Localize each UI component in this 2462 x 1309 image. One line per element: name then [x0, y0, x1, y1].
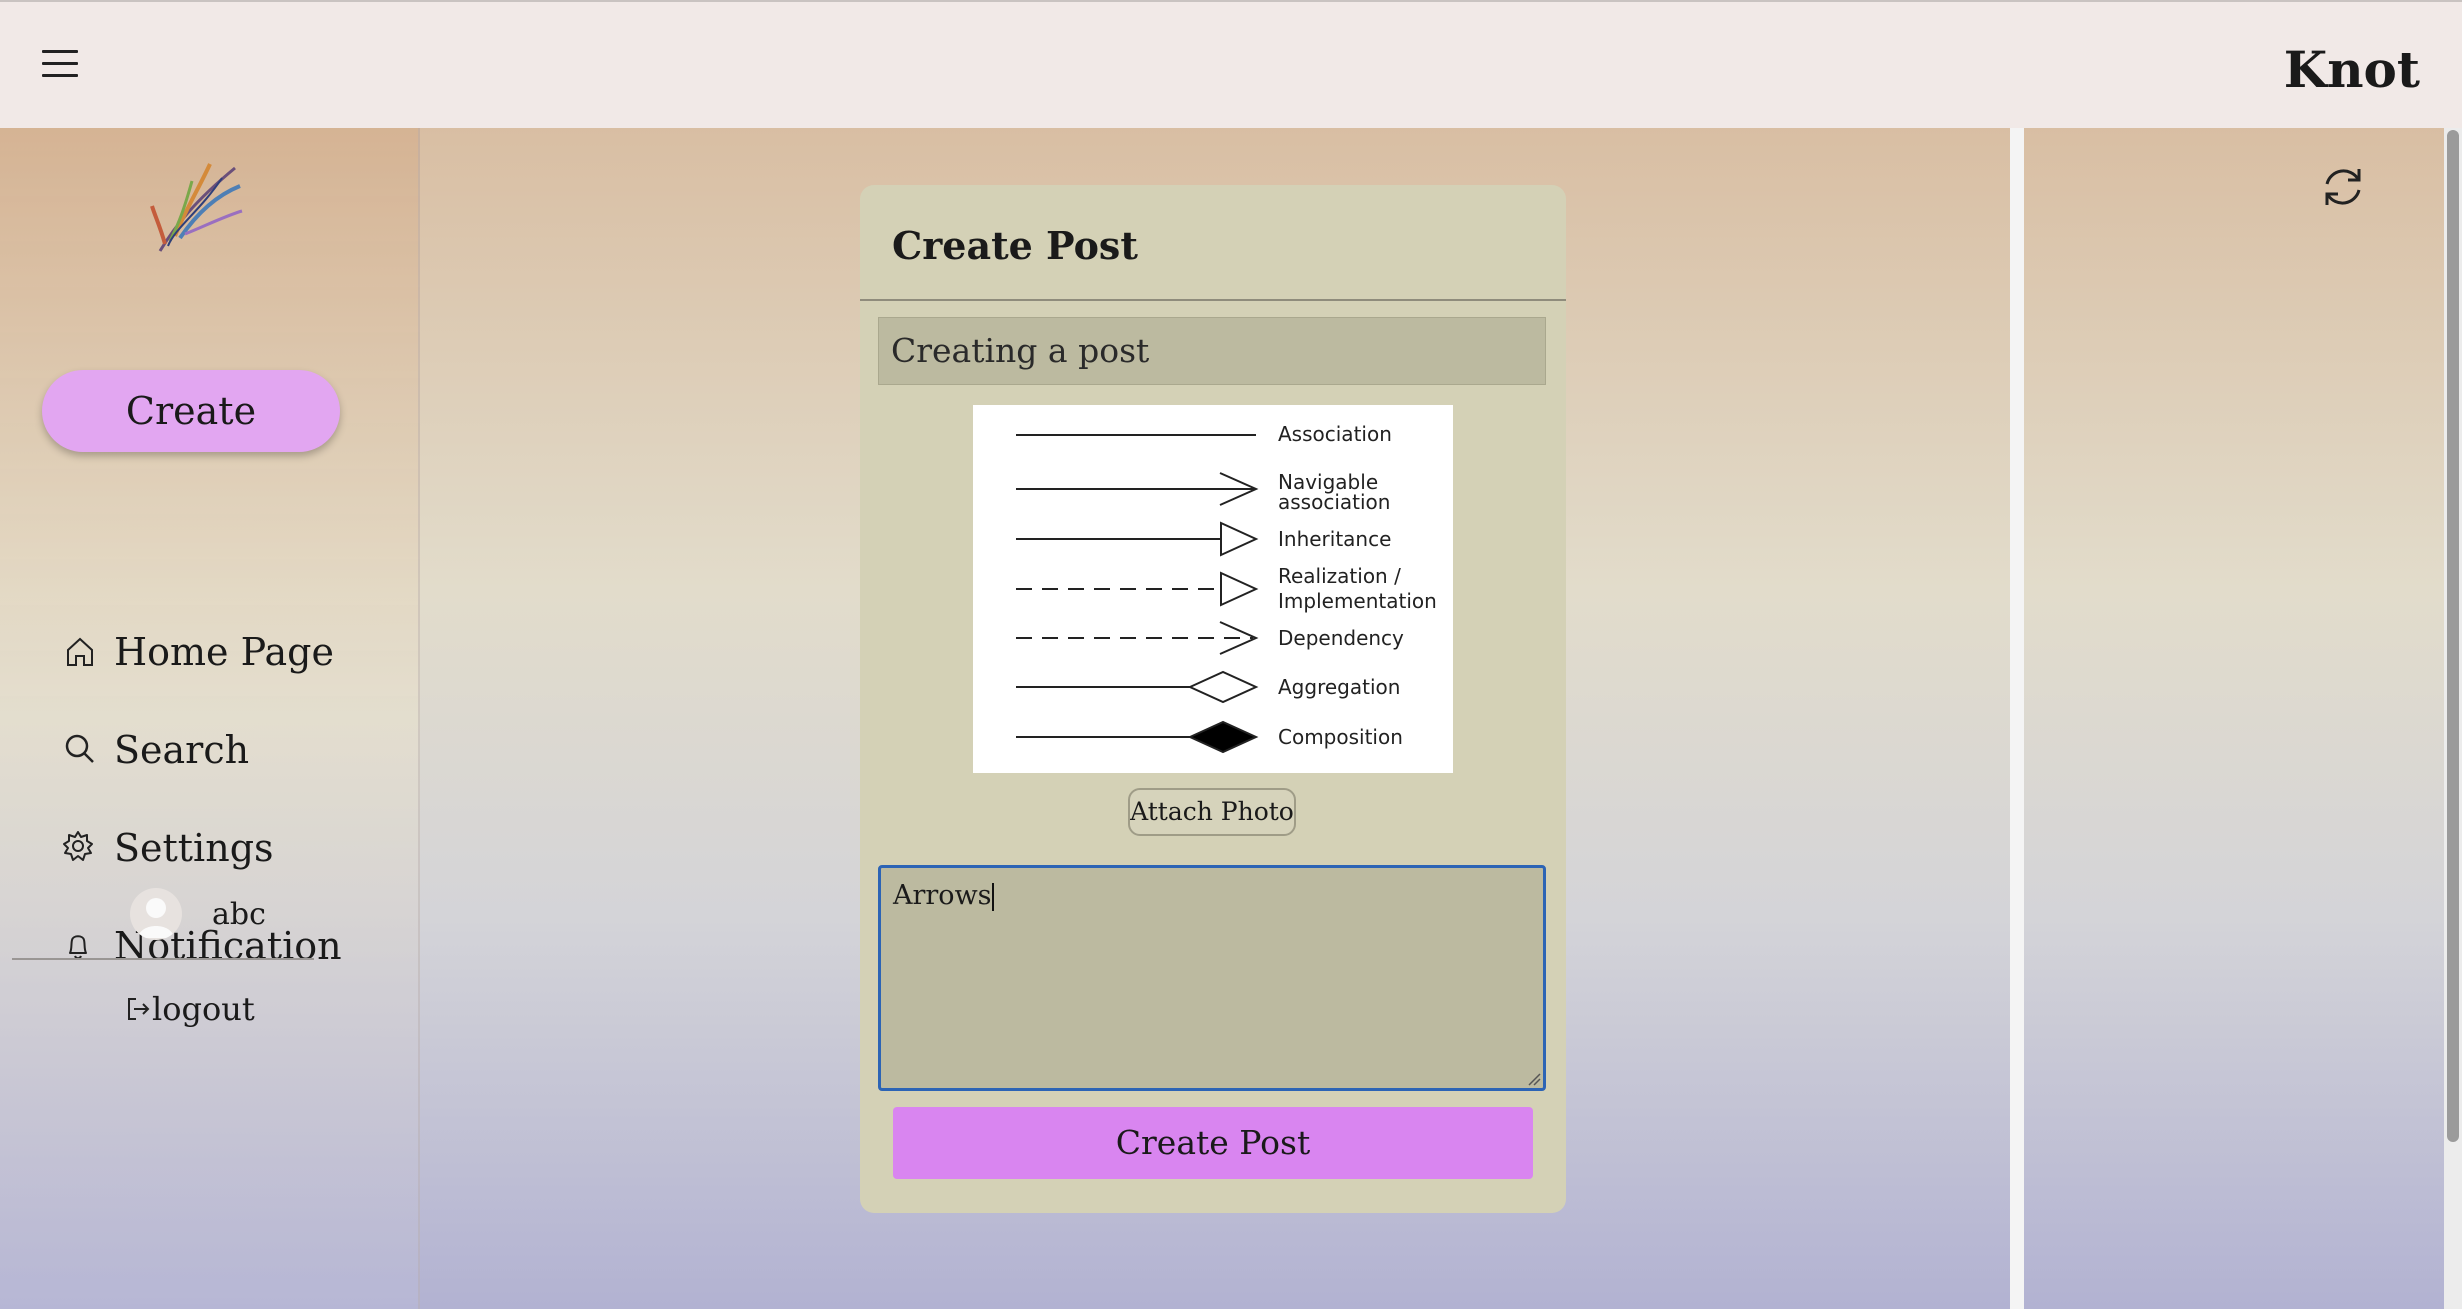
- scrollbar-thumb[interactable]: [2447, 130, 2459, 1142]
- post-body-textarea[interactable]: Arrows: [878, 865, 1546, 1091]
- user-name: abc: [212, 896, 266, 932]
- sidebar-item-search[interactable]: Search: [60, 720, 249, 780]
- sidebar: Create Home Page Search Settings Notific…: [0, 128, 420, 1309]
- app-logo-icon: [150, 163, 243, 252]
- sidebar-item-label: Search: [114, 728, 250, 772]
- sidebar-item-label: Settings: [114, 826, 274, 870]
- create-button[interactable]: Create: [42, 370, 340, 452]
- hamburger-menu-icon[interactable]: [42, 50, 78, 80]
- attach-photo-button[interactable]: Attach Photo: [1128, 788, 1296, 836]
- post-title-input[interactable]: Creating a post: [878, 317, 1546, 385]
- sidebar-item-home[interactable]: Home Page: [60, 622, 334, 682]
- card-title: Create Post: [892, 223, 1138, 268]
- content-divider: [2010, 128, 2024, 1309]
- legend-dependency: Dependency: [1278, 626, 1404, 650]
- sidebar-item-label: Home Page: [114, 630, 334, 674]
- logout-icon: [128, 998, 150, 1020]
- legend-aggregation: Aggregation: [1278, 675, 1400, 699]
- bell-icon: [69, 935, 87, 960]
- avatar-placeholder-icon: [138, 898, 174, 938]
- legend-association: Association: [1278, 422, 1392, 446]
- logout-link[interactable]: logout: [124, 990, 255, 1028]
- legend-composition: Composition: [1278, 725, 1403, 749]
- attached-photo: Association Navigable association Inheri…: [973, 405, 1453, 773]
- home-icon: [67, 637, 93, 666]
- post-body-text: Arrows: [893, 880, 992, 911]
- create-post-button[interactable]: Create Post: [893, 1107, 1533, 1179]
- create-post-card: Create Post Creating a post Association …: [860, 185, 1566, 1213]
- legend-navigable-association: association: [1278, 490, 1390, 514]
- search-icon: [65, 734, 94, 763]
- brand-title: Knot: [2283, 40, 2420, 99]
- legend-inheritance: Inheritance: [1278, 527, 1391, 551]
- text-cursor: [991, 882, 994, 911]
- gear-icon: [63, 831, 93, 861]
- legend-implementation: Implementation: [1278, 589, 1437, 613]
- sidebar-item-settings[interactable]: Settings: [60, 818, 274, 878]
- legend-realization: Realization /: [1278, 564, 1401, 588]
- top-bar: Knot: [0, 0, 2462, 128]
- card-divider: [860, 299, 1566, 301]
- avatar: [130, 888, 182, 940]
- logout-label: logout: [152, 990, 255, 1028]
- resize-handle-icon[interactable]: [1525, 1070, 1541, 1086]
- scrollbar[interactable]: [2444, 128, 2462, 1309]
- refresh-icon[interactable]: [2318, 162, 2368, 212]
- sidebar-divider: [12, 958, 314, 960]
- user-profile[interactable]: abc: [130, 888, 266, 940]
